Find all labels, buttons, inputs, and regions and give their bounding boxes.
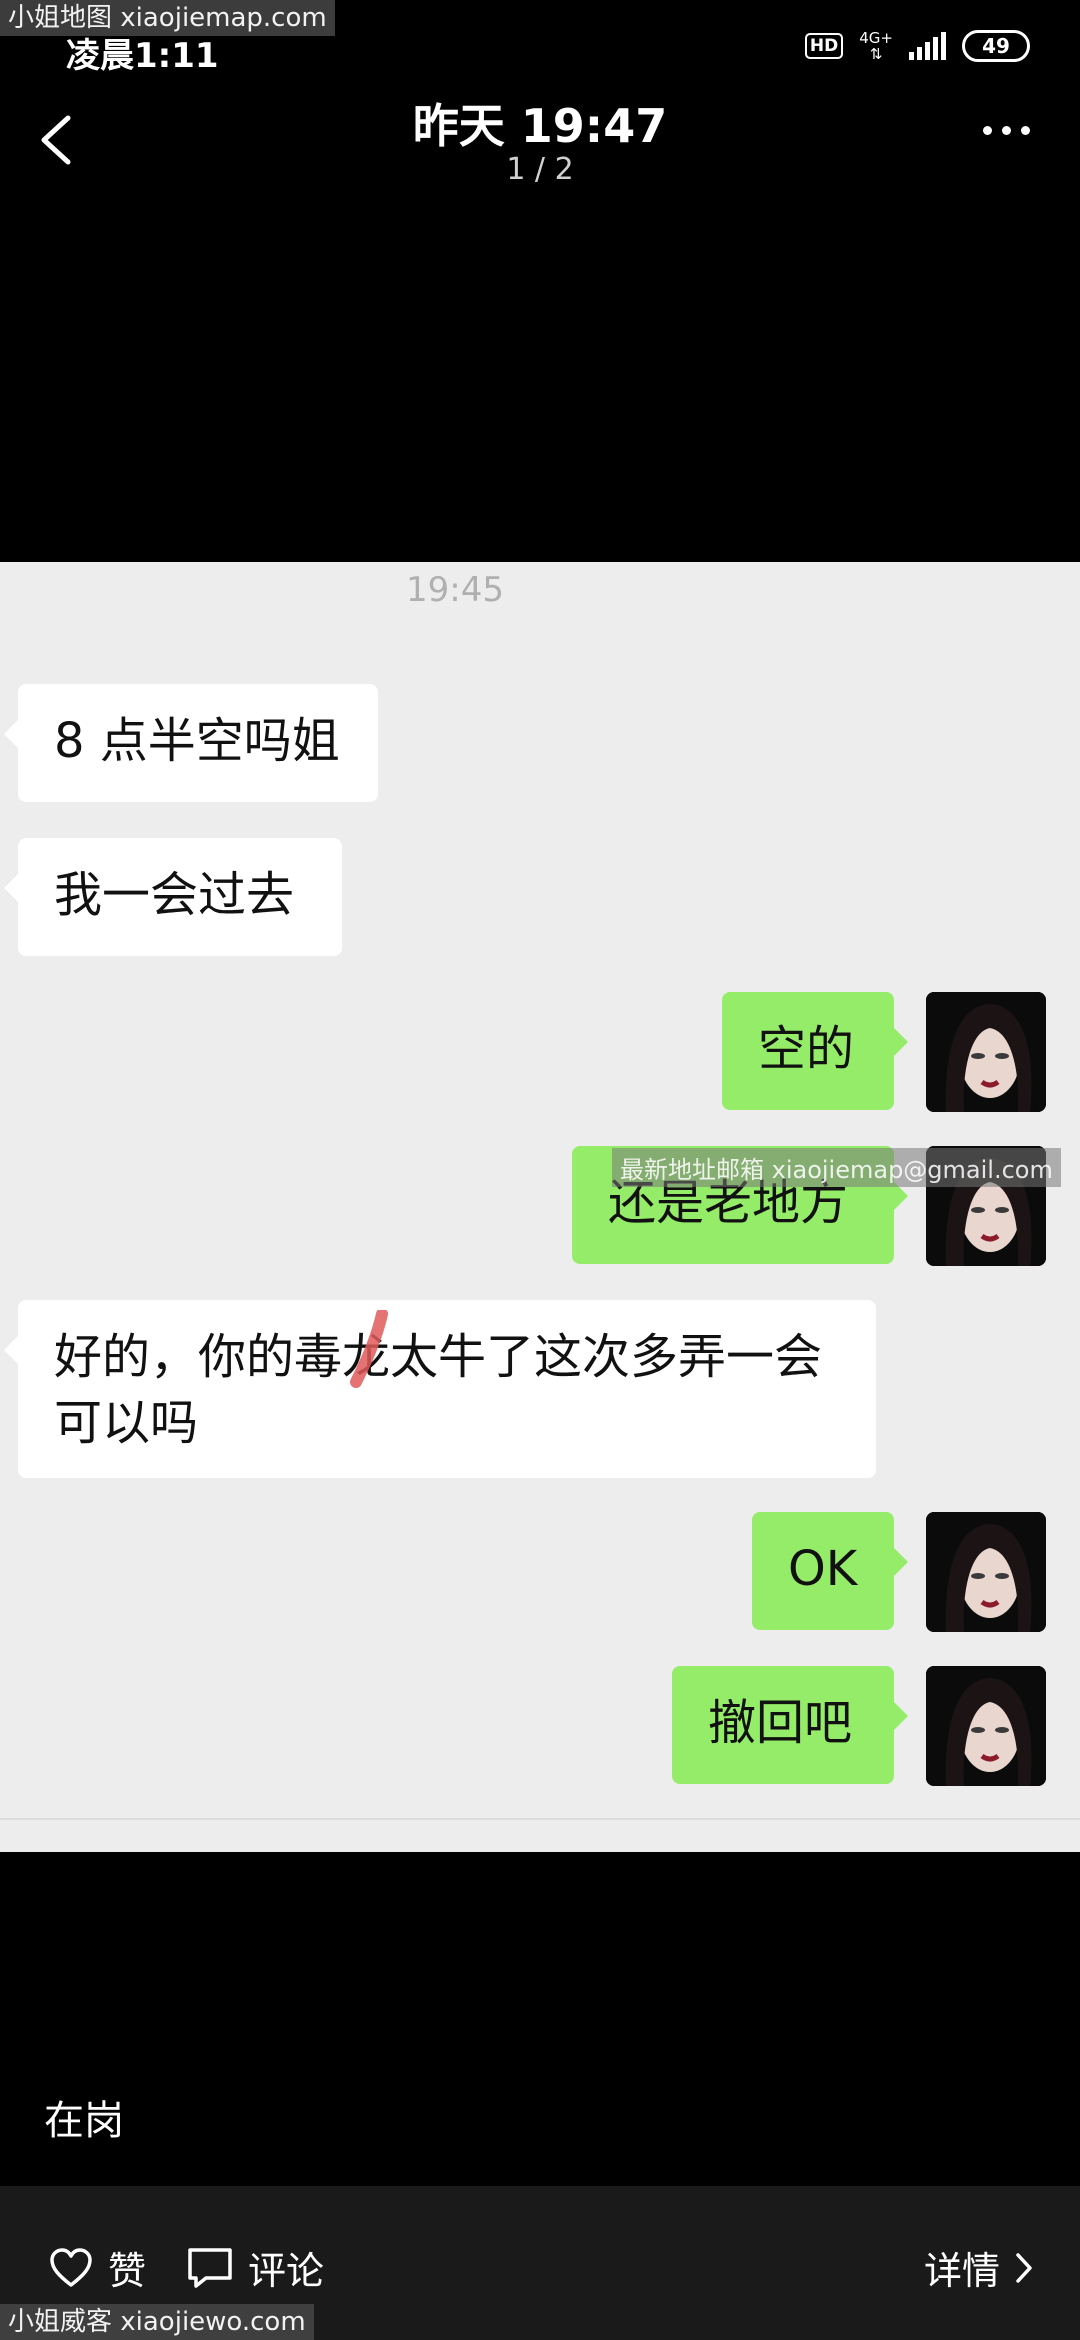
highlight-scribble — [350, 1310, 388, 1388]
hd-icon: HD — [804, 33, 844, 59]
more-icon[interactable] — [983, 126, 1030, 135]
avatar-image — [926, 992, 1046, 1112]
comment-label: 评论 — [248, 2249, 325, 2293]
message-bubble-incoming: 8 点半空吗姐 — [4, 684, 378, 802]
comment-icon — [188, 2247, 232, 2288]
signal-icon — [909, 32, 946, 60]
details-label: 详情 — [924, 2249, 1001, 2293]
watermark-top-left: 小姐地图 xiaojiemap.com — [0, 0, 335, 36]
post-caption: 在岗 — [44, 2098, 124, 2144]
avatar — [926, 1512, 1046, 1632]
like-button[interactable]: 赞 — [48, 2240, 146, 2295]
details-button[interactable]: 详情 — [924, 2240, 1034, 2295]
status-icons: HD 4G+ ⇅ 49 — [804, 30, 1030, 62]
avatar-image — [926, 1666, 1046, 1786]
message-text: 好的，你的毒龙太牛了这次多弄一会可以吗 — [54, 1329, 823, 1451]
watermark-middle: 最新地址邮箱 xiaojiemap@gmail.com — [612, 1148, 1061, 1187]
page-title: 昨天 19:47 — [412, 99, 668, 153]
page-indicator: 1 / 2 — [506, 152, 574, 187]
avatar-image — [926, 1512, 1046, 1632]
message-bubble-outgoing: 空的 — [722, 992, 908, 1110]
like-label: 赞 — [108, 2249, 147, 2293]
message-text: 撤回吧 — [708, 1695, 853, 1751]
battery-icon: 49 — [962, 30, 1030, 62]
comment-button[interactable]: 评论 — [186, 2240, 324, 2295]
network-indicator: 4G+ ⇅ — [859, 30, 893, 62]
message-bubble-incoming: 我一会过去 — [4, 838, 342, 956]
message-text: OK — [788, 1541, 858, 1597]
avatar — [926, 992, 1046, 1112]
message-text: 我一会过去 — [54, 867, 295, 923]
watermark-bottom-left: 小姐威客 xiaojiewo.com — [0, 2304, 314, 2340]
divider — [0, 1818, 1080, 1820]
heart-icon — [50, 2247, 92, 2287]
message-text: 8 点半空吗姐 — [54, 713, 340, 769]
message-bubble-outgoing: 撤回吧 — [672, 1666, 908, 1784]
message-bubble-outgoing: OK — [752, 1512, 908, 1630]
chat-timestamp: 19:45 — [406, 570, 504, 610]
network-type: 4G+ — [859, 29, 893, 47]
chat-screenshot: 19:45 8 点半空吗姐 我一会过去 空的 还是老地方 好的，你的毒龙太牛了这… — [0, 562, 1080, 1852]
message-text: 空的 — [758, 1021, 855, 1077]
network-arrows-icon: ⇅ — [869, 45, 883, 63]
chevron-right-icon — [1016, 2252, 1032, 2283]
message-bubble-incoming: 好的，你的毒龙太牛了这次多弄一会可以吗 — [4, 1300, 876, 1478]
avatar — [926, 1666, 1046, 1786]
